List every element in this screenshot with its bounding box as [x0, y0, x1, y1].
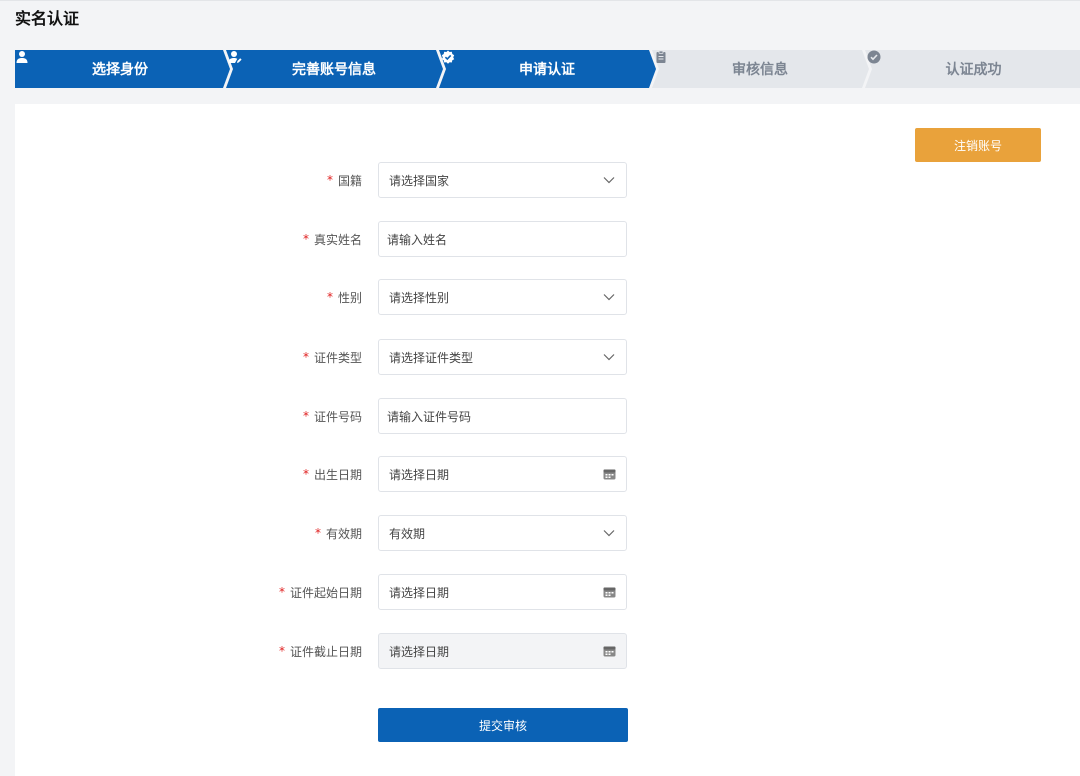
field-label-text: 出生日期	[313, 467, 362, 482]
form-row-id-number: * 证件号码 请输入证件号码	[15, 398, 1080, 434]
gender-select[interactable]: 请选择性别	[378, 279, 627, 315]
nationality-select[interactable]: 请选择国家	[378, 162, 627, 198]
submit-review-button[interactable]: 提交审核	[378, 708, 628, 742]
select-placeholder: 请选择证件类型	[389, 350, 474, 365]
user-icon	[16, 51, 28, 63]
progress-steps: 选择身份 完善账号信息 申请认证 审核信息 认证成功	[15, 50, 1080, 88]
field-label: * 证件号码	[303, 398, 362, 434]
required-mark: *	[326, 290, 333, 304]
field-label-text: 有效期	[325, 526, 362, 541]
id-number-input[interactable]: 请输入证件号码	[378, 398, 627, 434]
required-mark: *	[302, 409, 309, 423]
field-label-text: 性别	[337, 290, 362, 305]
date-placeholder: 请选择日期	[389, 644, 450, 659]
top-divider	[0, 0, 1080, 1]
step-label: 选择身份	[92, 62, 148, 78]
field-label-text: 证件截止日期	[289, 644, 362, 659]
real-name-input[interactable]: 请输入姓名	[378, 221, 627, 257]
step-review-info: 审核信息	[654, 50, 866, 88]
field-label-text: 国籍	[337, 173, 362, 188]
chevron-down-icon	[602, 526, 616, 540]
clipboard-icon	[656, 50, 666, 63]
input-placeholder: 请输入证件号码	[387, 409, 472, 424]
field-label-text: 证件起始日期	[289, 585, 362, 600]
validity-select[interactable]: 有效期	[378, 515, 627, 551]
required-mark: *	[326, 173, 333, 187]
id-start-date-picker[interactable]: 请选择日期	[378, 574, 627, 610]
step-label: 认证成功	[945, 62, 1002, 78]
required-mark: *	[314, 526, 321, 540]
form-row-id-start-date: * 证件起始日期 请选择日期	[15, 574, 1080, 610]
cancel-account-button[interactable]: 注销账号	[915, 128, 1041, 162]
step-complete-account: 完善账号信息	[228, 50, 440, 88]
step-label: 完善账号信息	[292, 62, 376, 78]
field-label: * 出生日期	[303, 456, 362, 492]
field-label: * 国籍	[327, 162, 362, 198]
step-select-identity: 选择身份	[15, 50, 225, 88]
step-apply-auth: 申请认证	[441, 50, 653, 88]
required-mark: *	[302, 350, 309, 364]
birth-date-picker[interactable]: 请选择日期	[378, 456, 627, 492]
page-title: 实名认证	[15, 9, 80, 28]
field-label-text: 证件类型	[313, 350, 362, 365]
calendar-icon	[602, 644, 616, 658]
date-placeholder: 请选择日期	[389, 467, 450, 482]
required-mark: *	[278, 585, 285, 599]
date-placeholder: 请选择日期	[389, 585, 450, 600]
badge-check-icon	[441, 50, 455, 64]
field-label: * 证件截止日期	[279, 633, 362, 669]
field-label-text: 真实姓名	[313, 232, 362, 247]
form-row-id-type: * 证件类型 请选择证件类型	[15, 339, 1080, 375]
required-mark: *	[278, 644, 285, 658]
check-circle-icon	[867, 50, 881, 64]
form-row-validity: * 有效期 有效期	[15, 515, 1080, 551]
chevron-down-icon	[602, 173, 616, 187]
calendar-icon	[602, 585, 616, 599]
user-edit-icon	[228, 51, 242, 63]
field-label-text: 证件号码	[313, 409, 362, 424]
required-mark: *	[302, 467, 309, 481]
select-placeholder: 请选择国家	[389, 173, 450, 188]
field-label: * 真实姓名	[303, 221, 362, 257]
field-label: * 性别	[327, 279, 362, 315]
field-label: * 有效期	[315, 515, 362, 551]
required-mark: *	[302, 232, 309, 246]
form-row-gender: * 性别 请选择性别	[15, 279, 1080, 315]
chevron-down-icon	[602, 350, 616, 364]
step-auth-success: 认证成功	[867, 50, 1080, 88]
field-label: * 证件起始日期	[279, 574, 362, 610]
id-type-select[interactable]: 请选择证件类型	[378, 339, 627, 375]
field-label: * 证件类型	[303, 339, 362, 375]
step-label: 审核信息	[732, 62, 788, 78]
form-row-real-name: * 真实姓名 请输入姓名	[15, 221, 1080, 257]
select-placeholder: 请选择性别	[389, 290, 450, 305]
form-row-birth-date: * 出生日期 请选择日期	[15, 456, 1080, 492]
id-end-date-picker: 请选择日期	[378, 633, 627, 669]
chevron-down-icon	[602, 290, 616, 304]
calendar-icon	[602, 467, 616, 481]
form-row-id-end-date: * 证件截止日期 请选择日期	[15, 633, 1080, 669]
input-placeholder: 请输入姓名	[387, 232, 448, 247]
select-value: 有效期	[389, 526, 426, 541]
form-row-nationality: * 国籍 请选择国家	[15, 162, 1080, 198]
step-label: 申请认证	[519, 62, 575, 78]
form-card: 注销账号 * 国籍 请选择国家 * 真实姓名 请输入姓名 * 性别 请选择性别	[15, 104, 1080, 776]
